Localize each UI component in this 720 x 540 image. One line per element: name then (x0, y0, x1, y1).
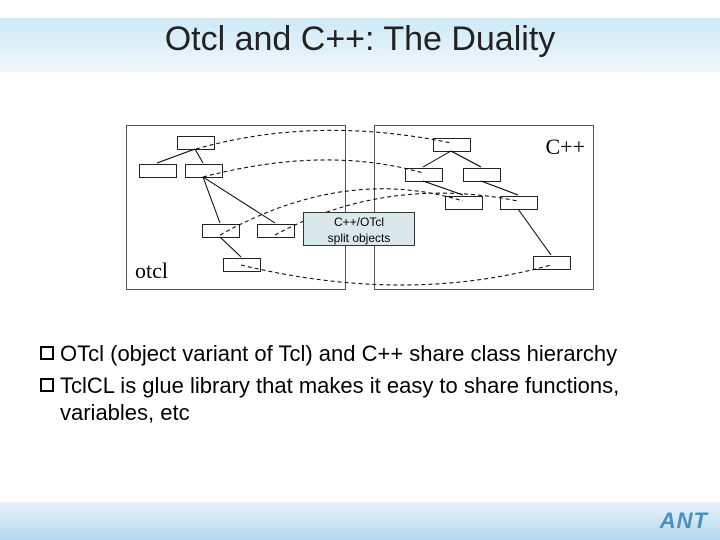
footer-logo: ANT (660, 508, 708, 534)
list-item: TclCL is glue library that makes it easy… (40, 372, 680, 427)
split-objects-box: C++/OTcl split objects (303, 212, 415, 246)
midbox-line1: C++/OTcl (304, 215, 414, 231)
bottom-decorative-band (0, 502, 720, 540)
square-bullet-icon (40, 378, 54, 392)
midbox-line2: split objects (304, 231, 414, 247)
slide-title: Otcl and C++: The Duality (0, 20, 720, 59)
bullet-text: OTcl (object variant of Tcl) and C++ sha… (60, 340, 617, 368)
list-item: OTcl (object variant of Tcl) and C++ sha… (40, 340, 680, 368)
square-bullet-icon (40, 346, 54, 360)
duality-diagram: otcl C++ C++ (126, 125, 596, 335)
bullet-text: TclCL is glue library that makes it easy… (60, 372, 680, 427)
bullet-list: OTcl (object variant of Tcl) and C++ sha… (40, 340, 680, 431)
